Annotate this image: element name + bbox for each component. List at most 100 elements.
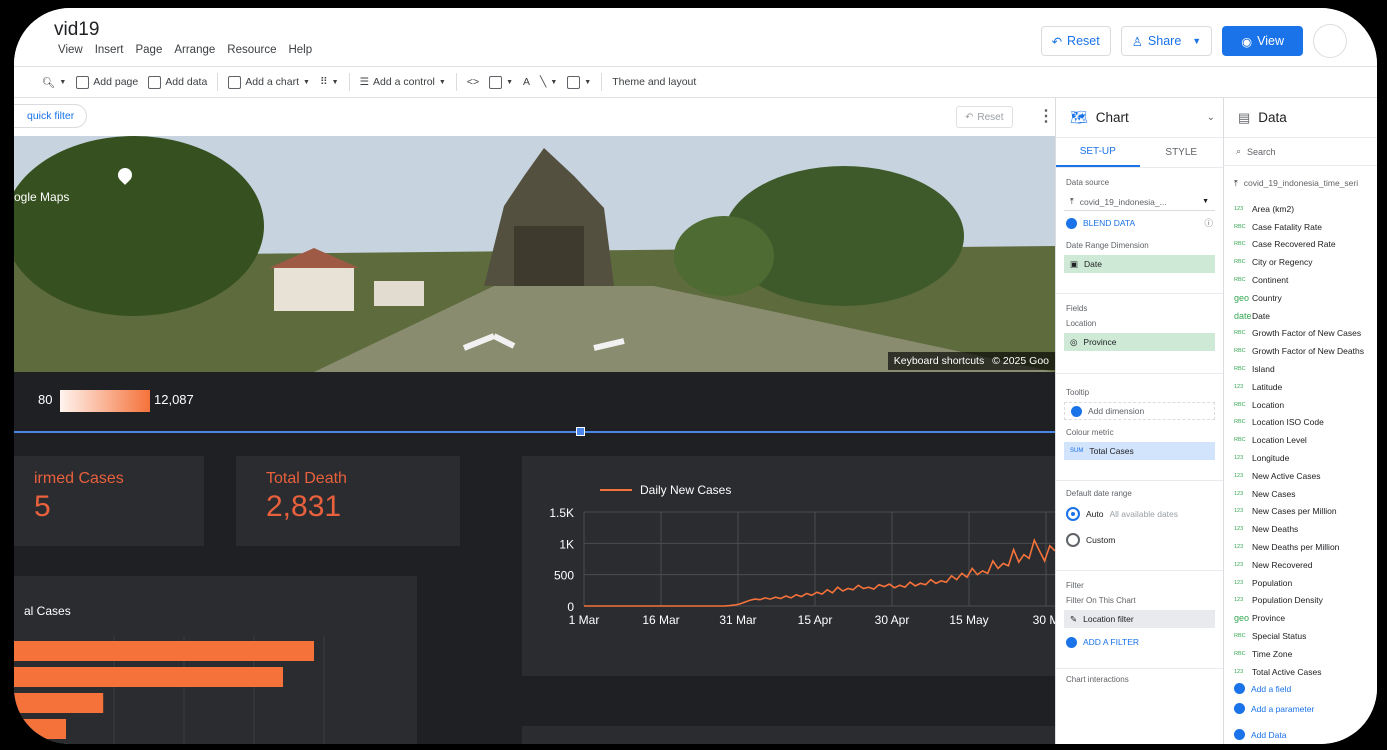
colour-metric-label: Colour metric <box>1066 428 1114 437</box>
field-item[interactable]: 123 Area (km2) <box>1224 200 1377 218</box>
kebab-menu-icon[interactable]: ⋮ <box>1038 106 1054 126</box>
bar[interactable] <box>14 719 66 739</box>
field-item[interactable]: 123 Population <box>1224 574 1377 592</box>
image-button[interactable]: ▼ <box>489 75 513 89</box>
view-button[interactable]: ◉ View <box>1222 26 1303 56</box>
field-item[interactable]: RBC Growth Factor of New Deaths <box>1224 342 1377 360</box>
field-item[interactable]: RBC Case Recovered Rate <box>1224 236 1377 254</box>
field-item[interactable]: 123 New Deaths per Million <box>1224 538 1377 556</box>
reset-button[interactable]: ↶ Reset <box>1040 26 1111 56</box>
add-parameter-link[interactable]: Add a parameter <box>1224 701 1377 717</box>
field-item[interactable]: 123 Total Active Cases <box>1224 663 1377 681</box>
bar[interactable] <box>14 667 283 687</box>
field-item[interactable]: RBC Growth Factor of New Cases <box>1224 325 1377 343</box>
selection-border <box>14 431 1055 433</box>
menu-help[interactable]: Help <box>288 44 312 56</box>
toolbar-divider <box>348 73 350 91</box>
keyboard-shortcuts-link[interactable]: Keyboard shortcuts <box>894 355 984 367</box>
field-item[interactable]: RBC Case Fatality Rate <box>1224 218 1377 236</box>
field-item[interactable]: RBC Island <box>1224 360 1377 378</box>
menu-insert[interactable]: Insert <box>95 44 124 56</box>
geo-icon: geo <box>1234 292 1250 303</box>
field-item[interactable]: RBC Continent <box>1224 271 1377 289</box>
custom-radio[interactable]: Custom <box>1056 532 1223 548</box>
toolbar-divider <box>455 73 457 91</box>
dashboard-canvas: ogle Maps Keyboard shortcuts © 2025 Goo … <box>14 136 1055 744</box>
blend-data-button[interactable]: BLEND DATA ⓘ <box>1056 215 1223 231</box>
add-dimension-chip[interactable]: Add dimension <box>1064 402 1215 420</box>
field-item[interactable]: RBC Time Zone <box>1224 645 1377 663</box>
menu-resource[interactable]: Resource <box>227 44 276 56</box>
bar-chart-card[interactable]: al Cases <box>14 576 417 744</box>
add-data-icon <box>148 75 162 89</box>
menu-arrange[interactable]: Arrange <box>174 44 215 56</box>
add-field-link[interactable]: Add a field <box>1224 681 1377 697</box>
field-item[interactable]: 123 New Deaths <box>1224 520 1377 538</box>
field-item[interactable]: 123 Latitude <box>1224 378 1377 396</box>
field-item[interactable]: RBC Location Level <box>1224 431 1377 449</box>
embed-button[interactable]: <> <box>467 76 479 88</box>
field-item[interactable]: 123 New Cases <box>1224 485 1377 503</box>
line-button[interactable]: ╲ ▼ <box>540 76 557 88</box>
chevron-down-icon: ▼ <box>303 78 310 86</box>
data-source-item[interactable]: ⤒ covid_19_indonesia_time_seri <box>1224 166 1377 200</box>
field-item[interactable]: 123 New Recovered <box>1224 556 1377 574</box>
field-item[interactable]: 123 Longitude <box>1224 449 1377 467</box>
quick-filter-button[interactable]: quick filter <box>14 104 88 128</box>
field-item[interactable]: RBC Location ISO Code <box>1224 414 1377 432</box>
canvas-reset-button[interactable]: ↶ Reset <box>956 106 1013 128</box>
zoom-button[interactable]: 🔍︎ ▼ <box>42 76 66 89</box>
bar[interactable] <box>14 641 314 661</box>
bottom-chart-card[interactable] <box>522 726 1055 744</box>
field-item[interactable]: 123 New Active Cases <box>1224 467 1377 485</box>
auto-radio[interactable]: Auto All available dates <box>1056 506 1223 522</box>
share-button[interactable]: ♙ Share ▼ <box>1120 26 1213 56</box>
line-chart-card[interactable]: Daily New Cases 0 500 1K 1.5K 1 Mar 16 Mar 31 M… <box>522 456 1055 676</box>
resize-handle[interactable] <box>576 427 585 436</box>
add-icon <box>1234 703 1245 715</box>
undo-icon: ↶ <box>1051 34 1063 49</box>
field-item[interactable]: RBC Special Status <box>1224 627 1377 645</box>
text-button[interactable]: A <box>523 76 530 88</box>
field-item[interactable]: RBC Location <box>1224 396 1377 414</box>
add-data-link[interactable]: Add Data <box>1224 727 1377 743</box>
field-item[interactable]: geo Province <box>1224 609 1377 627</box>
legend-gradient <box>60 390 150 412</box>
field-name: Continent <box>1252 275 1289 286</box>
shape-button[interactable]: ▼ <box>567 75 592 89</box>
data-source-label: Data source <box>1066 178 1110 187</box>
menu-view[interactable]: View <box>58 44 83 56</box>
field-item[interactable]: geo Country <box>1224 289 1377 307</box>
chevron-down-icon: ▼ <box>584 78 592 86</box>
field-search[interactable]: ⌕ Search <box>1224 138 1377 166</box>
add-filter-button[interactable]: ADD A FILTER <box>1056 634 1223 650</box>
field-item[interactable]: 123 New Cases per Million <box>1224 503 1377 521</box>
date-range-chip[interactable]: ▣ Date <box>1064 255 1215 273</box>
tab-style[interactable]: STYLE <box>1140 138 1224 167</box>
bar[interactable] <box>14 693 104 713</box>
field-item[interactable]: date Date <box>1224 307 1377 325</box>
community-viz-button[interactable]: ⠿ ▼ <box>320 76 339 88</box>
kpi-total-death[interactable]: Total Death 2,831 <box>236 456 460 546</box>
street-view-map[interactable]: ogle Maps Keyboard shortcuts © 2025 Goo <box>14 136 1055 372</box>
more-options-button[interactable] <box>1313 24 1347 58</box>
field-name: Province <box>1252 613 1286 624</box>
street-view-image <box>14 136 1055 372</box>
field-item[interactable]: 123 Population Density <box>1224 592 1377 610</box>
colour-metric-chip[interactable]: SUM Total Cases <box>1064 442 1215 460</box>
add-chart-button[interactable]: Add a chart ▼ <box>228 75 310 89</box>
add-control-button[interactable]: ☰ Add a control ▼ <box>360 76 446 88</box>
location-chip[interactable]: ◎ Province <box>1064 333 1215 351</box>
y-tick-label: 1.5K <box>549 506 574 520</box>
data-source-select[interactable]: ⤒ covid_19_indonesia_... ▼ <box>1064 193 1215 211</box>
location-filter-chip[interactable]: ✎ Location filter <box>1064 610 1215 628</box>
theme-layout-button[interactable]: Theme and layout <box>612 76 696 88</box>
field-item[interactable]: RBC City or Regency <box>1224 253 1377 271</box>
menu-page[interactable]: Page <box>135 44 162 56</box>
chevron-down-icon[interactable]: ⌄ <box>1207 112 1215 123</box>
tab-setup[interactable]: SET-UP <box>1056 138 1140 167</box>
add-data-button[interactable]: Add data <box>148 75 207 89</box>
report-title[interactable]: vid19 <box>54 19 99 41</box>
add-page-button[interactable]: Add page <box>76 75 138 89</box>
kpi-confirmed-cases[interactable]: irmed Cases 5 <box>14 456 204 546</box>
